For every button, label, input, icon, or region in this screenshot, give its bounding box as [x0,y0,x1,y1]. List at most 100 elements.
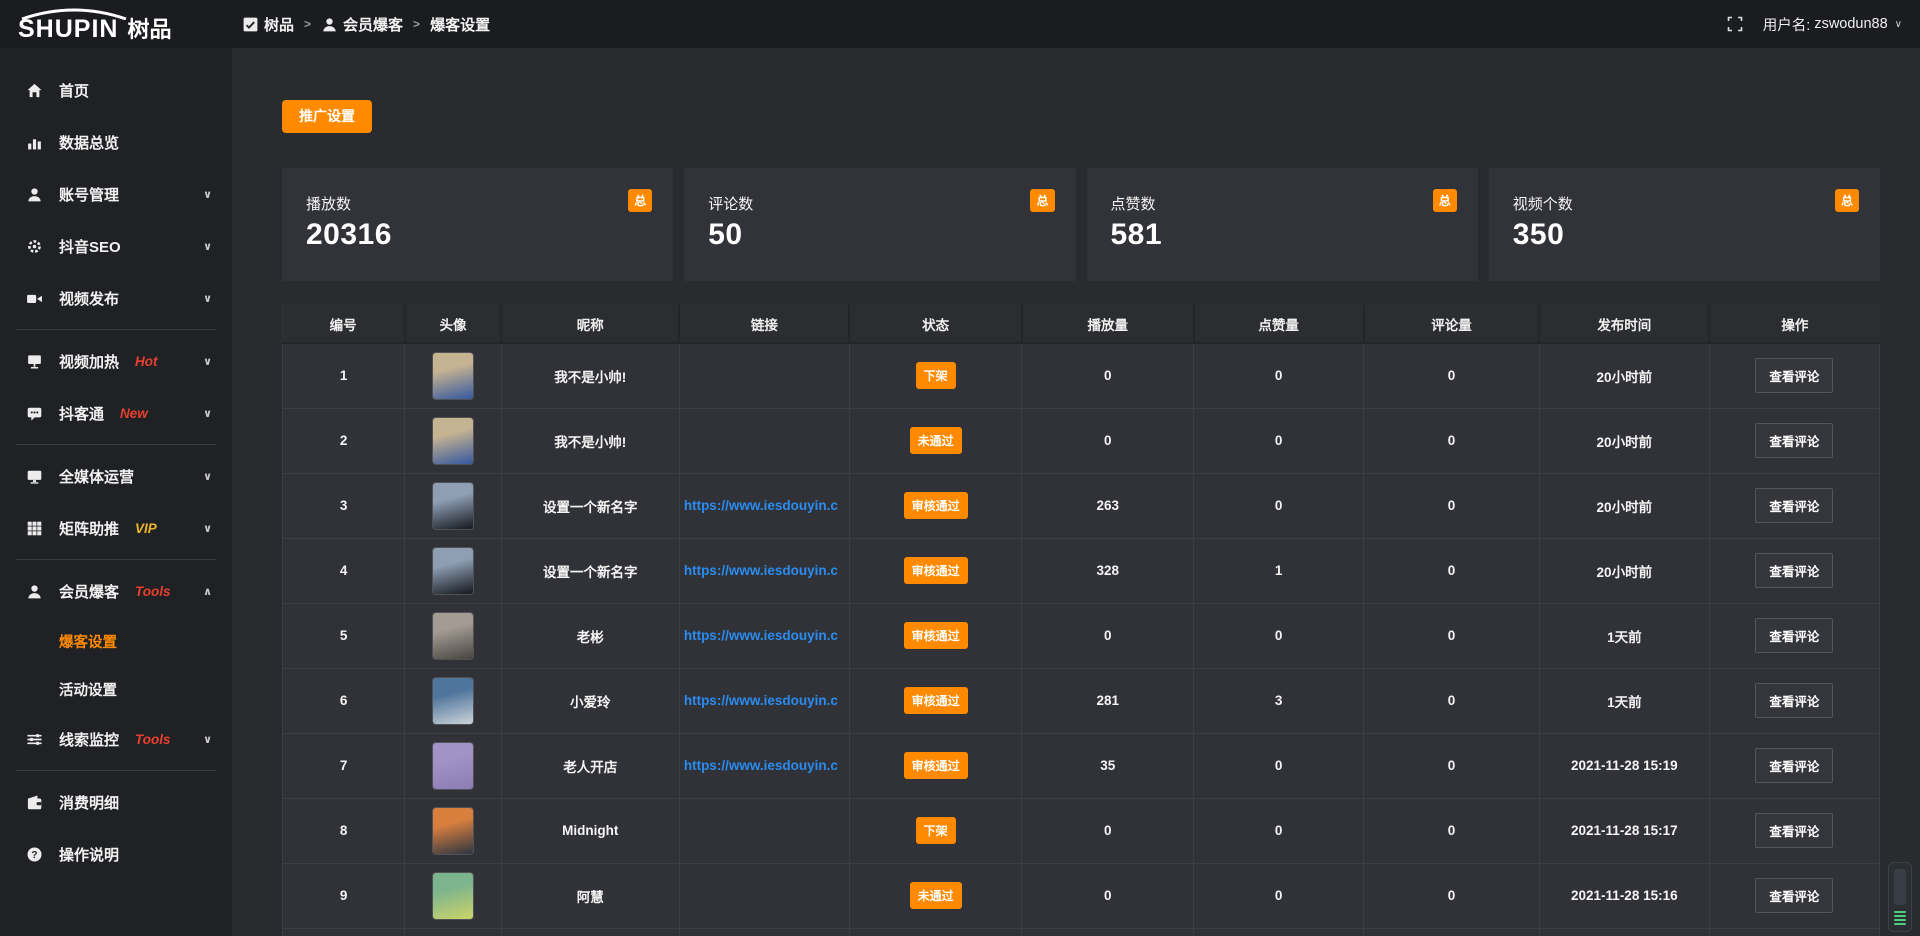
user-menu[interactable]: 用户名: zswodun88 ∨ [1763,14,1902,35]
sidebar-item[interactable]: 首页 [0,64,232,116]
stat-card: 点赞数 581 总 [1087,168,1478,281]
avatar [432,807,474,855]
sidebar-item-label: 视频发布 [59,288,119,309]
cell-likes: 0 [1194,408,1364,473]
cell-action: 查看评论 [1709,668,1879,733]
cell-status: 下架 [849,343,1021,408]
sidebar-item[interactable]: 视频发布 ∨ [0,272,232,324]
cell-id: 2 [283,408,405,473]
sidebar-item[interactable]: 视频加热 Hot ∨ [0,335,232,387]
cell-likes: 0 [1194,863,1364,928]
sidebar-subitem[interactable]: 爆客设置 [0,617,232,665]
grid-icon [26,520,44,537]
cell-status: 审核通过 [849,733,1021,798]
sidebar-item[interactable]: 矩阵助推 VIP ∨ [0,502,232,554]
cell-likes: 1 [1194,538,1364,603]
video-link[interactable]: https://www.iesdouyin.c [680,563,849,578]
video-link[interactable]: https://www.iesdouyin.c [680,498,849,513]
avatar [432,872,474,920]
cell-link [679,928,849,936]
video-link[interactable]: https://www.iesdouyin.c [680,693,849,708]
sliders-icon [26,731,44,748]
member-icon [26,583,44,600]
chevron-down-icon: ∨ [203,355,212,368]
sidebar-item[interactable]: 抖客通 New ∨ [0,387,232,439]
user-icon [26,186,44,203]
breadcrumb-item[interactable]: 爆客设置 [430,14,490,35]
stat-cards-row: 播放数 20316 总 评论数 50 总 点赞数 581 总 视频个数 350 … [282,168,1880,281]
app-logo[interactable]: SHUPIN 树品 [0,0,232,48]
cell-action: 查看评论 [1709,538,1879,603]
chevron-down-icon: ∨ [203,407,212,420]
cell-id: 5 [283,603,405,668]
column-header: 评论量 [1364,305,1540,343]
promotion-settings-button[interactable]: 推广设置 [282,100,372,133]
divider [16,770,216,771]
total-badge: 总 [1030,189,1054,212]
stat-card-value: 581 [1111,218,1454,252]
sidebar-item-tag: Tools [135,732,171,747]
cell-status: 未通过 [849,408,1021,473]
video-icon [26,290,44,307]
cell-nickname [501,928,679,936]
sidebar-subitem[interactable]: 活动设置 [0,665,232,713]
breadcrumb-item[interactable]: 树品 [242,14,294,35]
cell-plays: 0 [1022,343,1194,408]
cell-time: 20小时前 [1539,343,1709,408]
cell-time: 2021-11-28 15:16 [1539,863,1709,928]
cell-time: 2021-11-28 15:19 [1539,733,1709,798]
cell-avatar [405,668,502,733]
table-row: 1 我不是小帅! 下架 0 0 0 20小时前 查看评论 [283,343,1880,408]
sidebar-item-label: 矩阵助推 [59,518,119,539]
floating-widget-bar [1894,919,1906,921]
total-badge: 总 [1835,189,1859,212]
video-link[interactable]: https://www.iesdouyin.c [680,628,849,643]
sidebar-item-tag: VIP [135,521,157,536]
status-badge: 审核通过 [904,752,968,779]
view-comments-button[interactable]: 查看评论 [1755,878,1833,913]
view-comments-button[interactable]: 查看评论 [1755,553,1833,588]
cell-plays: 263 [1022,473,1194,538]
view-comments-button[interactable]: 查看评论 [1755,618,1833,653]
cell-comments: 0 [1364,473,1540,538]
view-comments-button[interactable]: 查看评论 [1755,358,1833,393]
sidebar-item[interactable]: 线索监控 Tools ∨ [0,713,232,765]
cell-nickname: Midnight [501,798,679,863]
cell-id: 3 [283,473,405,538]
floating-widget[interactable] [1888,862,1912,932]
cell-action: 查看评论 [1709,473,1879,538]
view-comments-button[interactable]: 查看评论 [1755,748,1833,783]
stat-card-label: 点赞数 [1111,193,1454,214]
sidebar-item[interactable]: ? 操作说明 [0,828,232,880]
sidebar-item[interactable]: 数据总览 [0,116,232,168]
cell-link [679,863,849,928]
cell-action: 查看评论 [1709,733,1879,798]
table-row: 7 老人开店 https://www.iesdouyin.c 审核通过 35 0… [283,733,1880,798]
table-row: 3 设置一个新名字 https://www.iesdouyin.c 审核通过 2… [283,473,1880,538]
avatar [432,352,474,400]
view-comments-button[interactable]: 查看评论 [1755,683,1833,718]
cell-avatar [405,863,502,928]
cell-avatar [405,733,502,798]
column-header: 头像 [405,305,502,343]
view-comments-button[interactable]: 查看评论 [1755,423,1833,458]
view-comments-button[interactable]: 查看评论 [1755,488,1833,523]
cell-likes: 0 [1194,733,1364,798]
sidebar-item[interactable]: 消费明细 [0,776,232,828]
cell-time: 1天前 [1539,603,1709,668]
cell-comments: 0 [1364,408,1540,473]
sidebar-item[interactable]: 账号管理 ∨ [0,168,232,220]
breadcrumb-separator: > [304,17,311,31]
cell-action: 查看评论 [1709,343,1879,408]
video-link[interactable]: https://www.iesdouyin.c [680,758,849,773]
sidebar-item[interactable]: 全媒体运营 ∨ [0,450,232,502]
breadcrumb-item[interactable]: 会员爆客 [321,14,403,35]
fullscreen-icon[interactable] [1727,16,1743,32]
sidebar-item[interactable]: 会员爆客 Tools ∧ [0,565,232,617]
column-header: 发布时间 [1539,305,1709,343]
floating-widget-panel [1894,869,1906,905]
view-comments-button[interactable]: 查看评论 [1755,813,1833,848]
cell-avatar [405,343,502,408]
sidebar-item[interactable]: 抖音SEO ∨ [0,220,232,272]
sidebar-item-tag: Hot [135,354,158,369]
